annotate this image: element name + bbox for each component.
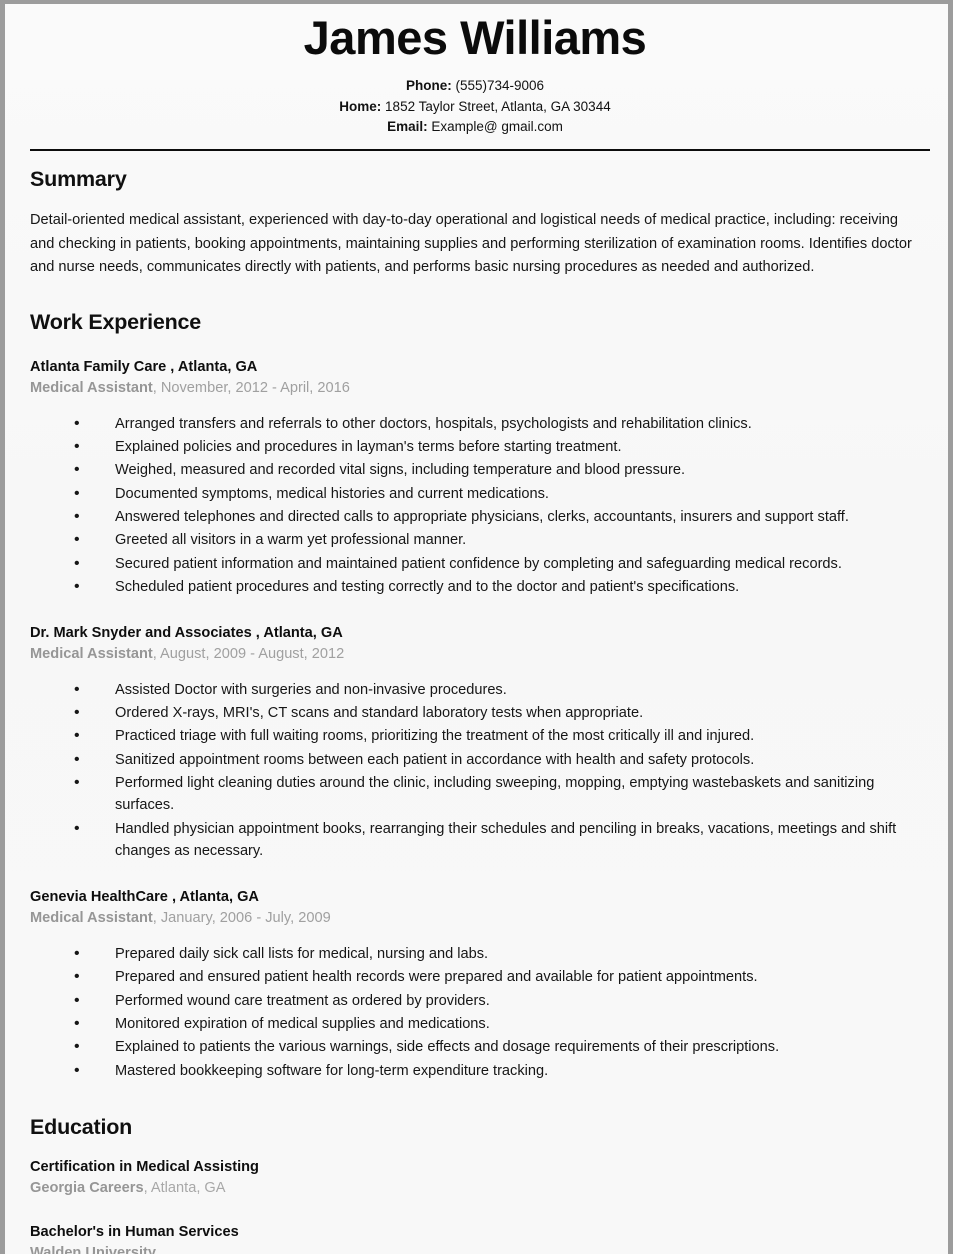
section-heading-education: Education [30,1115,133,1140]
contact-line-email: Email: Example@ gmail.com [30,117,920,138]
job-bullet: Prepared daily sick call lists for medic… [30,942,920,967]
summary-text: Detail-oriented medical assistant, exper… [30,211,912,276]
job-bullet: Practiced triage with full waiting rooms… [30,724,920,749]
job-bullet: Weighed, measured and recorded vital sig… [30,458,920,483]
job-bullet: Prepared and ensured patient health reco… [30,965,920,990]
contact-value-home: 1852 Taylor Street, Atlanta, GA 30344 [381,98,611,114]
job-bullet: Performed wound care treatment as ordere… [30,989,920,1014]
resume-page: James Williams Phone: (555)734-9006 Home… [5,4,948,1254]
contact-label-email: Email: [387,119,428,135]
job-company: Genevia HealthCare , Atlanta, GA [30,889,259,906]
contact-line-home: Home: 1852 Taylor Street, Atlanta, GA 30… [30,97,920,118]
job-bullet-list: Prepared daily sick call lists for medic… [30,942,920,1084]
job-bullet: Explained policies and procedures in lay… [30,435,920,460]
contact-label-phone: Phone: [405,78,452,94]
job-entry: Atlanta Family Care , Atlanta, GA Medica… [30,358,920,600]
job-bullet: Answered telephones and directed calls t… [30,505,920,530]
job-bullet: Sanitized appointment rooms between each… [30,748,920,773]
job-entry: Genevia HealthCare , Atlanta, GA Medical… [30,888,920,1084]
job-bullet: Performed light cleaning duties around t… [30,771,920,817]
job-bullet: Documented symptoms, medical histories a… [30,482,920,507]
job-bullet-list: Arranged transfers and referrals to othe… [30,412,920,600]
job-dates: , November, 2012 - April, 2016 [152,379,350,396]
job-bullet: Mastered bookkeeping software for long-t… [30,1059,920,1084]
job-bullet: Scheduled patient procedures and testing… [30,575,920,600]
section-heading-summary: Summary [30,166,127,191]
document-frame: James Williams Phone: (555)734-9006 Home… [0,0,953,1254]
education-school: Walden University [30,1244,156,1254]
education-degree: Certification in Medical Assisting [30,1159,259,1176]
job-bullet: Arranged transfers and referrals to othe… [30,412,920,437]
job-entry: Dr. Mark Snyder and Associates , Atlanta… [30,624,920,862]
job-bullet: Assisted Doctor with surgeries and non-i… [30,678,920,703]
education-school: Georgia Careers [30,1180,144,1197]
education-degree: Bachelor's in Human Services [30,1223,239,1240]
contact-line-phone: Phone: (555)734-9006 [30,76,920,97]
job-dates: , January, 2006 - July, 2009 [152,910,331,927]
summary-section: Summary Detail-oriented medical assistan… [30,167,920,280]
job-dates: , August, 2009 - August, 2012 [152,646,345,663]
job-role: Medical Assistant [30,910,153,927]
contact-label-home: Home: [339,98,382,114]
job-meta: Medical Assistant, January, 2006 - July,… [30,909,920,929]
education-location: , Atlanta, GA [143,1180,226,1197]
contact-block: Phone: (555)734-9006 Home: 1852 Taylor S… [30,76,920,138]
education-section: Education Certification in Medical Assis… [30,1115,920,1254]
job-bullet: Handled physician appointment books, rea… [30,817,920,863]
job-meta: Medical Assistant, November, 2012 - Apri… [30,379,920,399]
resume-header: James Williams Phone: (555)734-9006 Home… [30,11,930,151]
work-experience-section: Work Experience Atlanta Family Care , At… [30,309,920,1084]
education-meta: Georgia Careers, Atlanta, GA [30,1179,920,1199]
education-entry: Bachelor's in Human Services Walden Univ… [30,1223,920,1254]
section-heading-work-experience: Work Experience [30,309,202,334]
job-company: Atlanta Family Care , Atlanta, GA [30,358,258,375]
job-meta: Medical Assistant, August, 2009 - August… [30,645,920,665]
education-meta: Walden University [30,1244,920,1254]
contact-value-email: Example@ gmail.com [427,119,563,135]
contact-value-phone: (555)734-9006 [451,78,545,94]
job-bullet: Secured patient information and maintain… [30,552,920,577]
job-company: Dr. Mark Snyder and Associates , Atlanta… [30,625,343,642]
job-bullet: Ordered X-rays, MRI's, CT scans and stan… [30,701,920,726]
job-role: Medical Assistant [30,379,153,396]
header-divider [30,148,930,151]
job-bullet: Explained to patients the various warnin… [30,1035,920,1060]
job-role: Medical Assistant [30,646,153,663]
job-bullet-list: Assisted Doctor with surgeries and non-i… [30,678,920,863]
job-bullet: Greeted all visitors in a warm yet profe… [30,528,920,553]
education-entry: Certification in Medical Assisting Georg… [30,1158,920,1199]
job-bullet: Monitored expiration of medical supplies… [30,1012,920,1037]
page-title: James Williams [303,11,647,64]
